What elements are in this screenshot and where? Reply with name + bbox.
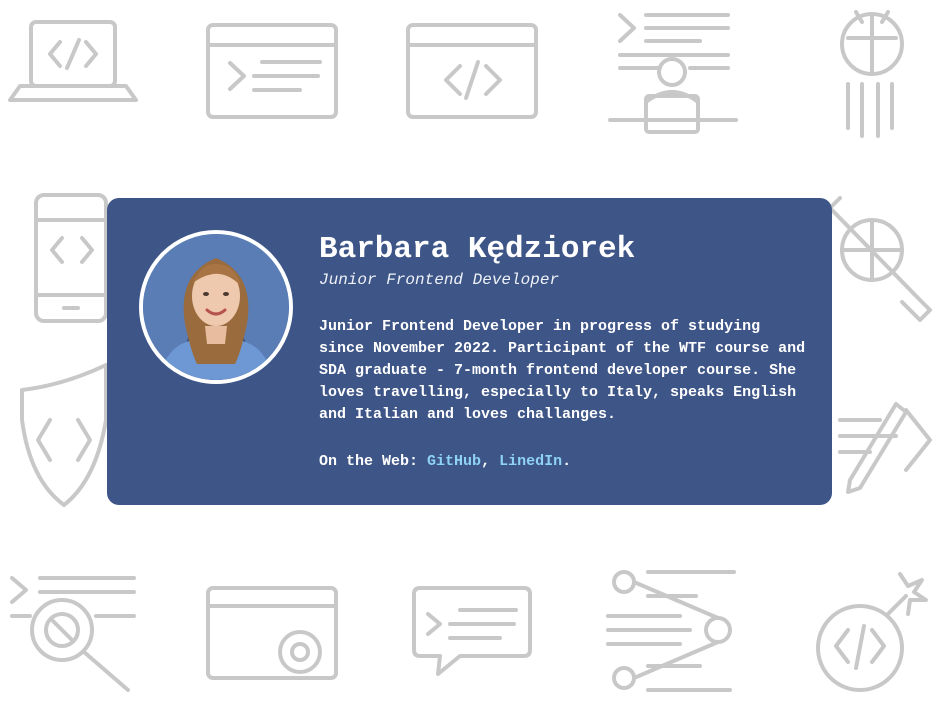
code-flow-icon: [606, 570, 736, 692]
laptop-code-icon: [8, 20, 138, 102]
developer-at-desk-icon: [608, 13, 738, 134]
github-link[interactable]: GitHub: [427, 453, 481, 470]
bug-search-icon: [10, 576, 136, 692]
web-links-line: On the Web: GitHub, LinedIn.: [319, 451, 819, 473]
linkedin-link[interactable]: LinedIn: [499, 453, 562, 470]
web-label: On the Web:: [319, 453, 419, 470]
browser-settings-icon: [206, 586, 338, 680]
browser-code-icon: [406, 23, 538, 119]
profile-role: Junior Frontend Developer: [319, 271, 560, 289]
bug-wrench-icon: [824, 196, 932, 322]
profile-bio: Junior Frontend Developer in progress of…: [319, 318, 806, 423]
portrait-image: [143, 234, 289, 380]
bug-icon: [840, 10, 904, 138]
shield-code-icon: [20, 363, 108, 507]
profile-name: Barbara Kędziorek: [319, 232, 636, 267]
link-terminator: .: [562, 453, 572, 470]
link-separator: ,: [481, 453, 491, 470]
avatar: [139, 230, 293, 384]
chat-terminal-icon: [412, 586, 532, 676]
profile-content: Barbara Kędziorek Junior Frontend Develo…: [319, 232, 819, 473]
phone-code-icon: [34, 193, 108, 323]
code-bomb-icon: [816, 572, 928, 692]
profile-card: Barbara Kędziorek Junior Frontend Develo…: [107, 198, 832, 505]
terminal-window-icon: [206, 23, 338, 119]
pencil-code-icon: [838, 402, 932, 494]
